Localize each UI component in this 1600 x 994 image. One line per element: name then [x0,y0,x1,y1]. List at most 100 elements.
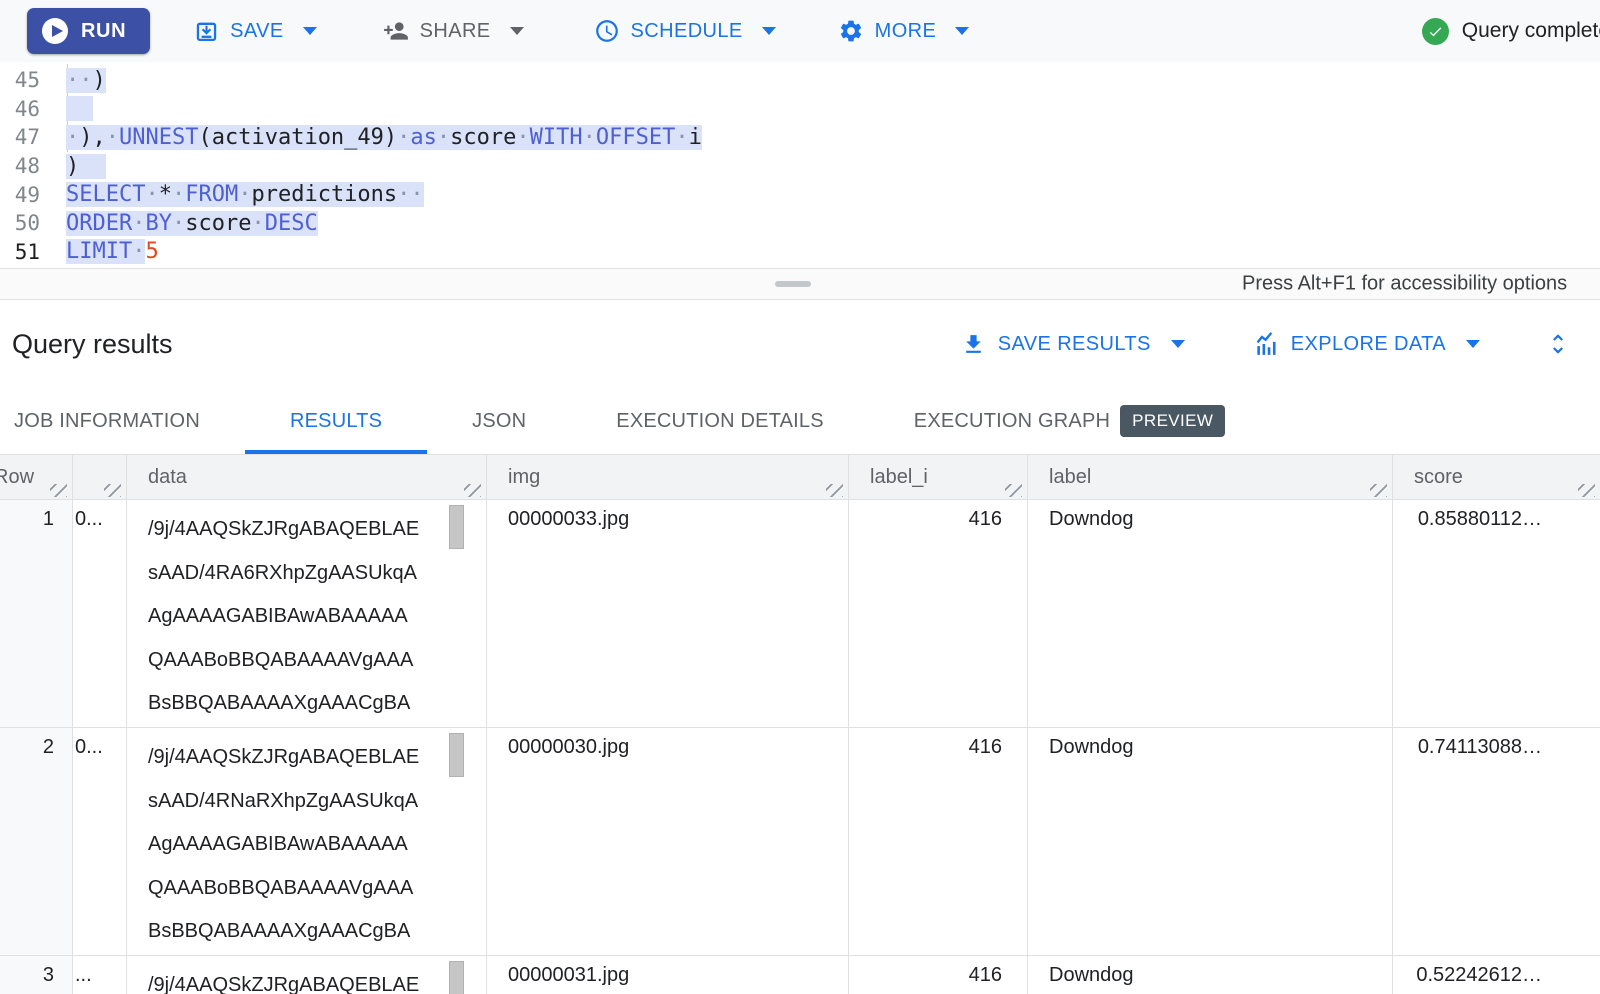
column-resize-grip[interactable] [464,484,481,497]
table-row: 10... /9j/4AAQSkZJRgABAQEBLAEsAAD/4RA6RXh… [0,500,1600,728]
code-token: ·· [66,68,93,93]
data-cell: /9j/4AAQSkZJRgABAQEBLAE [127,956,487,994]
tab-json[interactable]: JSON [427,388,571,454]
code-token: score [185,211,251,236]
code-token: ) [93,68,106,93]
column-resize-grip[interactable] [1370,484,1387,497]
schedule-button[interactable]: SCHEDULE [594,18,776,44]
code-token: * [159,182,172,207]
code-token: DESC [265,211,318,236]
explore-data-button[interactable]: EXPLORE DATA [1253,331,1480,357]
save-button-label: SAVE [230,20,283,43]
column-resize-grip[interactable] [1578,484,1595,497]
code-token [66,96,93,121]
tab-label: JOB INFORMATION [14,410,200,433]
row-number-cell: 1 [0,500,73,727]
label-cell: Downdog [1028,728,1393,955]
line-number: 50 [0,211,40,235]
tab-label: EXECUTION GRAPH [914,410,1110,433]
code-text[interactable]: ORDER·BY·score·DESC [66,211,318,236]
code-line: 50ORDER·BY·score·DESC [0,209,1600,238]
accessibility-hint: Press Alt+F1 for accessibility options [1242,273,1567,296]
tab-label: EXECUTION DETAILS [616,410,824,433]
chevron-down-icon [762,27,776,35]
column-resize-grip[interactable] [50,484,67,497]
code-area[interactable]: 45··)46 47·),·UNNEST(activation_49)·as·s… [0,66,1600,266]
base64-line: sAAD/4RNaRXhpZgAASUkqA [148,780,486,824]
code-text[interactable] [66,96,93,121]
tab-label: JSON [472,410,526,433]
code-text[interactable]: LIMIT·5 [66,239,159,264]
score-cell: 0.85880112… [1393,500,1600,727]
code-token: ) [66,154,79,179]
share-button[interactable]: SHARE [383,18,524,44]
code-token: UNNEST [119,125,198,150]
code-line: 46 [0,95,1600,124]
column-header-label: label [1049,466,1091,489]
cell-scrollbar-thumb[interactable] [449,505,464,549]
base64-line: QAAABoBBQABAAAAVgAAA [148,867,486,911]
code-token: BY [145,211,172,236]
code-token: · [132,211,145,236]
tab-results[interactable]: RESULTS [245,388,427,454]
column-header-col2 [73,455,127,499]
cell-scrollbar-thumb[interactable] [449,733,464,777]
save-results-label: SAVE RESULTS [998,333,1151,356]
code-token: · [106,125,119,150]
code-token: · [132,239,145,264]
chevron-down-icon [303,27,317,35]
base64-text: /9j/4AAQSkZJRgABAQEBLAEsAAD/4RA6RXhpZgAA… [148,508,486,726]
code-text[interactable]: ·),·UNNEST(activation_49)·as·score·WITH·… [66,125,702,150]
clipped-column-cell: 0... [73,500,127,727]
unfold-icon [1545,331,1571,357]
download-icon [961,332,986,357]
code-token: · [675,125,688,150]
code-text[interactable]: ··) [66,68,106,93]
editor-results-splitter: Press Alt+F1 for accessibility options [0,268,1600,300]
code-token: WITH [530,125,583,150]
share-button-label: SHARE [420,20,491,43]
label-i-cell: 416 [849,956,1028,994]
column-resize-grip[interactable] [104,484,121,497]
tab-execution-details[interactable]: EXECUTION DETAILS [571,388,869,454]
more-button[interactable]: MORE [838,18,970,44]
code-token: ), [79,125,106,150]
line-number: 51 [0,240,40,264]
query-status-text: Query complete [1462,19,1600,43]
code-token: · [583,125,596,150]
chevron-down-icon [1171,340,1185,348]
cell-scrollbar-thumb[interactable] [449,961,464,994]
splitter-drag-handle[interactable] [775,281,811,287]
tab-job-information[interactable]: JOB INFORMATION [0,388,245,454]
sql-editor[interactable]: 45··)46 47·),·UNNEST(activation_49)·as·s… [0,62,1600,268]
base64-line: /9j/4AAQSkZJRgABAQEBLAE [148,508,486,552]
tab-execution-graph[interactable]: EXECUTION GRAPHPREVIEW [869,388,1271,454]
label-i-cell: 416 [849,500,1028,727]
column-resize-grip[interactable] [1005,484,1022,497]
column-header-row: Row [0,455,73,499]
label-cell: Downdog [1028,956,1393,994]
code-line: 47·),·UNNEST(activation_49)·as·score·WIT… [0,123,1600,152]
code-token: (activation_49) [198,125,397,150]
table-row: 20.../9j/4AAQSkZJRgABAQEBLAEsAAD/4RNaRXh… [0,728,1600,956]
chevron-down-icon [1466,340,1480,348]
collapse-results-button[interactable] [1545,331,1571,357]
code-line: 48) [0,152,1600,181]
save-results-button[interactable]: SAVE RESULTS [961,332,1185,357]
code-token: · [66,125,79,150]
code-text[interactable]: SELECT·*·FROM·predictions·· [66,182,424,207]
column-resize-grip[interactable] [826,484,843,497]
play-circle-icon [42,18,68,44]
code-token: · [397,125,410,150]
code-token: score [450,125,516,150]
save-button[interactable]: SAVE [194,19,316,44]
line-number: 48 [0,154,40,178]
chart-icon [1253,331,1279,357]
run-button[interactable]: RUN [27,8,150,54]
code-text[interactable]: ) [66,154,106,179]
check-circle-icon [1422,18,1449,45]
results-header: Query results SAVE RESULTS EXPLORE DATA [0,300,1600,388]
results-table: Rowdataimglabel_ilabelscore 10.../9j/4AA… [0,454,1600,994]
base64-line: sAAD/4RA6RXhpZgAASUkqA [148,552,486,596]
column-header-label: label [1028,455,1393,499]
